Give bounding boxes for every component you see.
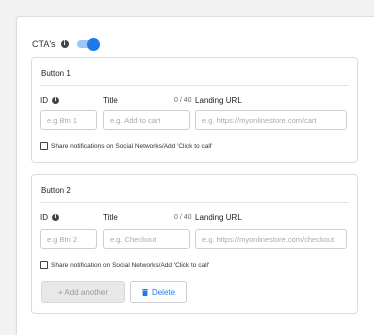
cta-toggle[interactable] bbox=[76, 37, 100, 51]
info-icon[interactable]: i bbox=[52, 97, 59, 104]
cta-header: CTA's i bbox=[32, 37, 100, 51]
id-label: ID i bbox=[40, 213, 59, 222]
title-label: Title bbox=[103, 213, 118, 222]
section-divider bbox=[40, 202, 349, 203]
title-input[interactable]: e.g. Checkout bbox=[103, 229, 190, 249]
title-char-counter: 0 / 40 bbox=[174, 97, 192, 104]
landing-url-label: Landing URL bbox=[195, 96, 242, 105]
button-1-section: Button 1 ID i Title 0 / 40 Landing URL e… bbox=[31, 57, 358, 163]
id-label: ID i bbox=[40, 96, 59, 105]
button-2-section: Button 2 ID i Title 0 / 40 Landing URL e… bbox=[31, 174, 358, 314]
id-input[interactable]: e.g Btn 1 bbox=[40, 110, 97, 130]
share-checkbox-label: Share notifications on Social Networks/A… bbox=[51, 142, 213, 150]
share-notifications-row[interactable]: Share notifications on Social Networks/A… bbox=[40, 142, 212, 150]
info-icon[interactable]: i bbox=[52, 214, 59, 221]
share-notifications-row[interactable]: Share notification on Social Networks/Ad… bbox=[40, 261, 209, 269]
id-input[interactable]: e.g Btn 2 bbox=[40, 229, 97, 249]
share-checkbox[interactable] bbox=[40, 261, 48, 269]
title-label: Title bbox=[103, 96, 118, 105]
cta-label: CTA's bbox=[32, 39, 56, 49]
title-char-counter: 0 / 40 bbox=[174, 214, 192, 221]
landing-url-label: Landing URL bbox=[195, 213, 242, 222]
id-label-text: ID bbox=[40, 96, 48, 105]
delete-label: Delete bbox=[151, 287, 176, 297]
section-title: Button 1 bbox=[41, 69, 71, 78]
landing-url-input[interactable]: e.g. https://myonlinestore.com/checkout bbox=[195, 229, 347, 249]
id-label-text: ID bbox=[40, 213, 48, 222]
landing-url-input[interactable]: e.g. https://myonlinestore.com/cart bbox=[195, 110, 347, 130]
share-checkbox[interactable] bbox=[40, 142, 48, 150]
share-checkbox-label: Share notification on Social Networks/Ad… bbox=[51, 261, 210, 269]
delete-button[interactable]: Delete bbox=[130, 281, 187, 303]
add-another-button[interactable]: + Add another bbox=[41, 281, 125, 303]
trash-icon bbox=[141, 288, 148, 296]
toggle-knob bbox=[86, 37, 100, 51]
info-icon[interactable]: i bbox=[60, 40, 69, 48]
title-input[interactable]: e.g. Add to cart bbox=[103, 110, 190, 130]
section-title: Button 2 bbox=[41, 186, 71, 195]
section-divider bbox=[40, 85, 349, 86]
